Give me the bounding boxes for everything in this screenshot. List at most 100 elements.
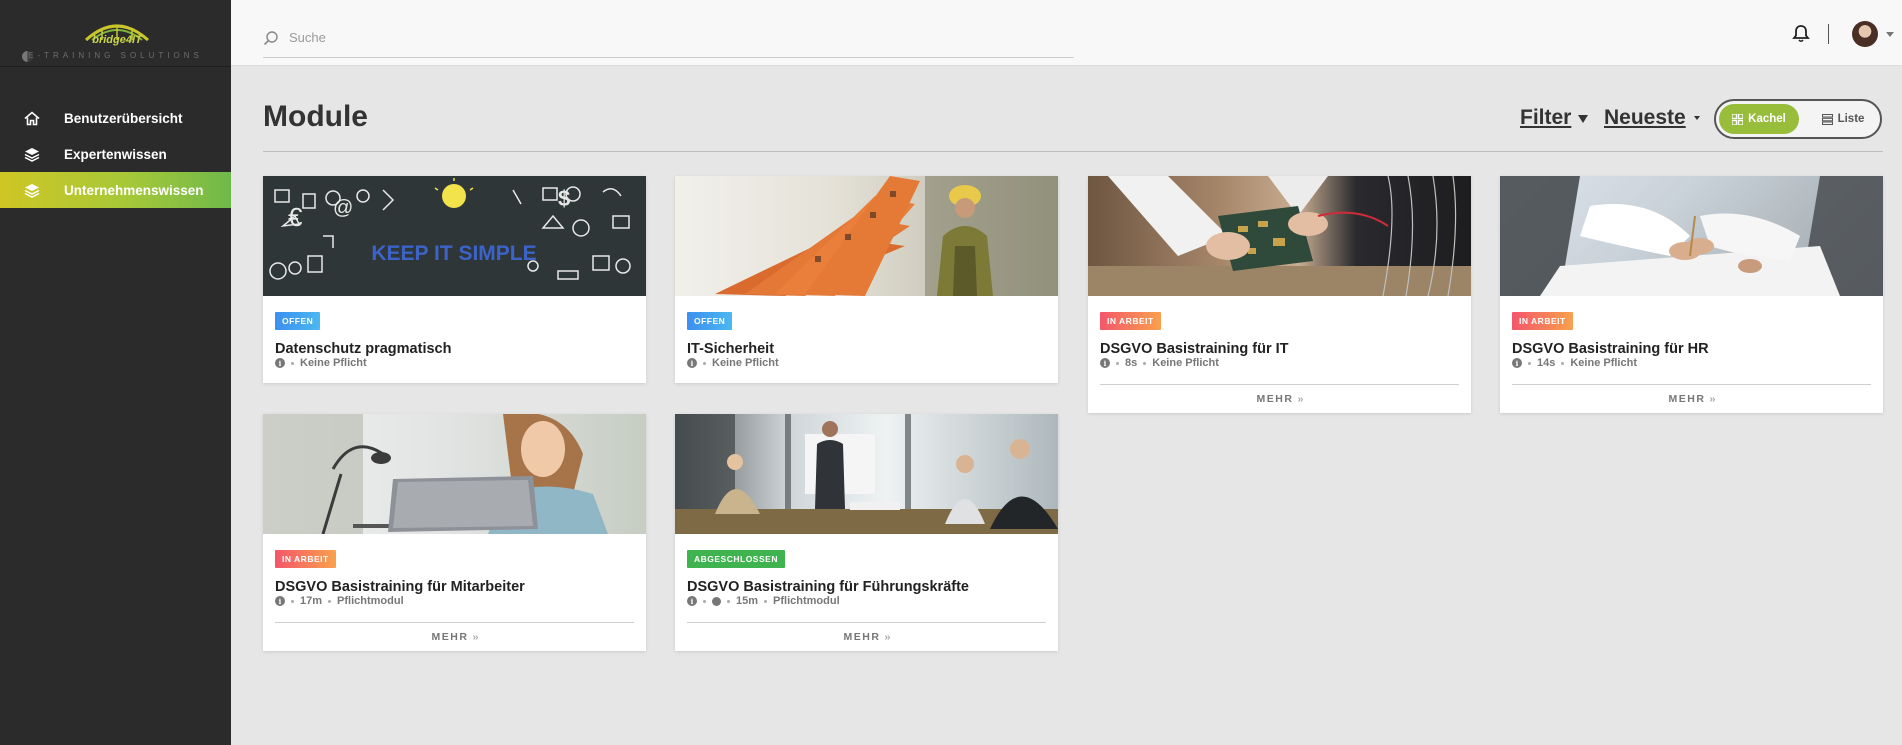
- card-meta: i 15m Pflichtmodul: [687, 595, 840, 607]
- more-button[interactable]: MEHR ››: [1500, 393, 1883, 405]
- more-button[interactable]: MEHR ››: [675, 631, 1058, 643]
- filter-button[interactable]: Filter: [1520, 106, 1571, 130]
- card-meta: i 14s Keine Pflicht: [1512, 357, 1637, 369]
- image-headline: KEEP IT SIMPLE: [371, 242, 536, 265]
- status-badge: ABGESCHLOSSEN: [687, 550, 785, 568]
- header-divider: [263, 151, 1883, 152]
- more-button[interactable]: MEHR ››: [263, 631, 646, 643]
- info-icon[interactable]: i: [275, 358, 285, 368]
- dot-separator: [328, 599, 332, 603]
- double-chevron-right-icon: ››: [884, 631, 890, 643]
- sidebar-item-unternehmenswissen[interactable]: Unternehmenswissen: [0, 172, 231, 208]
- more-label: MEHR: [1256, 393, 1294, 405]
- card-title: DSGVO Basistraining für IT: [1100, 341, 1289, 357]
- dot-separator: [727, 599, 730, 603]
- module-card-it-sicherheit[interactable]: OFFEN IT-Sicherheit i Keine Pflicht: [675, 176, 1058, 383]
- svg-text:$: $: [558, 186, 570, 211]
- module-image-network-switch: [675, 176, 1058, 296]
- module-image-meeting-hands: [1500, 176, 1883, 296]
- more-button[interactable]: MEHR ››: [1088, 393, 1471, 405]
- bell-icon[interactable]: [1792, 24, 1810, 43]
- divider: [1828, 24, 1829, 44]
- card-title: DSGVO Basistraining für HR: [1512, 341, 1709, 357]
- module-card-datenschutz[interactable]: € @ $ KEEP IT SIMPLE OFFEN Datenschutz p…: [263, 176, 646, 383]
- status-badge: IN ARBEIT: [1100, 312, 1161, 330]
- card-divider: [687, 622, 1046, 623]
- card-meta-duration: 15m: [736, 595, 759, 607]
- card-meta: i Keine Pflicht: [687, 357, 779, 369]
- module-image-woman-laptop: [263, 414, 646, 534]
- list-icon: [1821, 113, 1833, 125]
- module-card-dsgvo-mitarbeiter[interactable]: IN ARBEIT DSGVO Basistraining für Mitarb…: [263, 414, 646, 651]
- module-image-hard-drive: [1088, 176, 1471, 296]
- chevron-down-icon[interactable]: [1886, 32, 1894, 37]
- card-meta-duration: 14s: [1537, 357, 1556, 369]
- card-meta-duty: Keine Pflicht: [1152, 357, 1219, 369]
- svg-text:@: @: [333, 197, 353, 219]
- more-label: MEHR: [843, 631, 881, 643]
- status-badge: IN ARBEIT: [275, 550, 336, 568]
- card-meta-duration: 17m: [300, 595, 323, 607]
- info-icon[interactable]: i: [275, 596, 285, 606]
- page-title: Module: [263, 100, 368, 133]
- module-image-presentation: [675, 414, 1058, 534]
- svg-text:€: €: [288, 202, 303, 232]
- dot-separator: [1143, 361, 1147, 365]
- sidebar-item-benutzeruebersicht[interactable]: Benutzerübersicht: [0, 100, 231, 136]
- info-icon[interactable]: i: [1100, 358, 1110, 368]
- view-list-button[interactable]: Liste: [1808, 104, 1878, 134]
- view-tile-button[interactable]: Kachel: [1719, 104, 1799, 134]
- logo-name: bridge4IT: [92, 34, 142, 46]
- double-chevron-right-icon: ››: [472, 631, 478, 643]
- search-input[interactable]: [289, 30, 1049, 45]
- sidebar: bridge4IT E-TRAINING SOLUTIONS Benutzerü…: [0, 0, 231, 745]
- sidebar-item-label: Benutzerübersicht: [64, 110, 183, 126]
- sort-dropdown[interactable]: Neueste: [1604, 106, 1686, 130]
- module-card-dsgvo-hr[interactable]: IN ARBEIT DSGVO Basistraining für HR i 1…: [1500, 176, 1883, 413]
- sidebar-nav: Benutzerübersicht Expertenwissen Unterne…: [0, 100, 231, 208]
- avatar[interactable]: [1852, 21, 1878, 47]
- dot-separator: [291, 599, 294, 603]
- status-badge: OFFEN: [687, 312, 733, 330]
- status-badge: OFFEN: [275, 312, 321, 330]
- caret-down-icon[interactable]: [1694, 116, 1700, 120]
- module-image-keep-it-simple: € @ $ KEEP IT SIMPLE: [263, 176, 646, 296]
- card-meta-duty: Keine Pflicht: [1570, 357, 1637, 369]
- info-icon[interactable]: i: [1512, 358, 1522, 368]
- status-badge: IN ARBEIT: [1512, 312, 1573, 330]
- home-icon: [0, 110, 64, 126]
- logo-subtitle: E-TRAINING SOLUTIONS: [28, 51, 203, 60]
- card-title: DSGVO Basistraining für Führungskräfte: [687, 579, 969, 595]
- dot-separator: [703, 361, 706, 365]
- grid-icon: [1732, 113, 1744, 125]
- search-icon: [263, 30, 278, 45]
- module-card-dsgvo-fuehrungskraefte[interactable]: ABGESCHLOSSEN DSGVO Basistraining für Fü…: [675, 414, 1058, 651]
- layers-icon: [0, 183, 64, 198]
- more-label: MEHR: [431, 631, 469, 643]
- view-toggle: Kachel Liste: [1714, 99, 1882, 139]
- card-meta: i Keine Pflicht: [275, 357, 367, 369]
- double-chevron-right-icon: ››: [1297, 393, 1303, 405]
- more-label: MEHR: [1668, 393, 1706, 405]
- dot-separator: [1116, 361, 1119, 365]
- filter-icon[interactable]: [1578, 115, 1588, 123]
- dot-separator: [1561, 361, 1565, 365]
- card-meta-duty: Keine Pflicht: [712, 357, 779, 369]
- info-icon[interactable]: i: [687, 358, 697, 368]
- search-box: [263, 18, 1074, 58]
- dot-separator: [764, 599, 768, 603]
- card-meta-duty: Pflichtmodul: [773, 595, 840, 607]
- info-icon[interactable]: i: [687, 596, 697, 606]
- card-meta-duty: Keine Pflicht: [300, 357, 367, 369]
- card-divider: [1100, 384, 1459, 385]
- completion-dot-icon: [712, 596, 721, 606]
- logo[interactable]: bridge4IT E-TRAINING SOLUTIONS: [0, 0, 231, 67]
- card-meta: i 8s Keine Pflicht: [1100, 357, 1219, 369]
- sidebar-item-expertenwissen[interactable]: Expertenwissen: [0, 136, 231, 172]
- module-card-dsgvo-it[interactable]: IN ARBEIT DSGVO Basistraining für IT i 8…: [1088, 176, 1471, 413]
- sidebar-item-label: Unternehmenswissen: [64, 182, 204, 198]
- dot-separator: [703, 599, 706, 603]
- card-meta-duty: Pflichtmodul: [337, 595, 404, 607]
- dot-separator: [1528, 361, 1531, 365]
- card-divider: [1512, 384, 1871, 385]
